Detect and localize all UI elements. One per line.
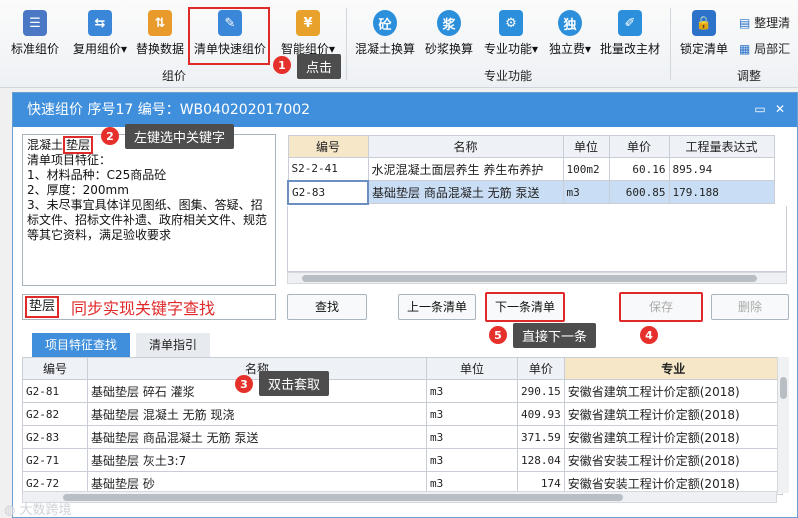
- standard-price-button[interactable]: ☰ 标准组价: [9, 10, 61, 57]
- organize-list-button[interactable]: ▤ 整理清: [739, 14, 790, 31]
- column-header-name[interactable]: 名称: [87, 357, 427, 380]
- column-header-code[interactable]: 编号: [22, 357, 88, 380]
- tooltip-select-keyword: 左键选中关键字: [125, 124, 235, 149]
- partial-summary-button[interactable]: ▦ 局部汇: [739, 40, 790, 57]
- tab-feature-search[interactable]: 项目特征查找: [32, 333, 130, 357]
- column-header-unit[interactable]: 单位: [426, 357, 518, 380]
- table-row[interactable]: S2-2-41 水泥混凝土面层养生 养生布养护 100m2 60.16 895.…: [287, 157, 775, 181]
- smart-price-icon: ¥: [296, 10, 320, 36]
- watermark-logo-icon: ◍: [4, 503, 16, 518]
- column-header-code[interactable]: 编号: [287, 135, 369, 158]
- reuse-icon: ⇆: [88, 10, 112, 36]
- reuse-price-button[interactable]: ⇆ 复用组价▾: [68, 10, 132, 57]
- highlight-quick-price: [188, 7, 270, 65]
- dialog-title: 快速组价 序号17 编号：WB040202017002: [27, 102, 311, 118]
- column-header-price[interactable]: 单价: [517, 357, 565, 380]
- restore-icon[interactable]: ▭: [753, 102, 767, 116]
- group-divider: [670, 8, 671, 80]
- column-header-specialty[interactable]: 专业: [563, 357, 783, 380]
- column-header-name[interactable]: 名称: [367, 135, 564, 158]
- tab-list-guide[interactable]: 清单指引: [136, 333, 210, 357]
- ribbon-toolbar: ☰ 标准组价 ⇆ 复用组价▾ ⇅ 替换数据 ✎ 清单快速组价 ¥ 智能组价▾ 砼…: [0, 0, 798, 88]
- batch-material-icon: ✐: [618, 10, 642, 36]
- matched-items-table: 编号 名称 单位 单价 工程量表达式 S2-2-41 水泥混凝土面层养生 养生布…: [287, 135, 775, 205]
- replace-data-button[interactable]: ⇅ 替换数据: [134, 10, 186, 57]
- concrete-convert-button[interactable]: 砼 混凝土换算: [354, 10, 416, 57]
- horizontal-scrollbar[interactable]: [22, 491, 777, 503]
- quick-price-dialog: 快速组价 序号17 编号：WB040202017002 ▭ ✕ 混凝土 垫层 清单…: [12, 92, 798, 518]
- table-empty-area: [287, 206, 787, 272]
- column-header-unit[interactable]: 单位: [562, 135, 610, 158]
- tooltip-click: 点击: [297, 54, 342, 79]
- save-button[interactable]: 保存: [619, 292, 703, 322]
- partial-summary-icon: ▦: [739, 42, 751, 56]
- step-badge-4: 4: [640, 326, 658, 344]
- delete-button[interactable]: 删除: [711, 294, 789, 320]
- column-header-price[interactable]: 单价: [608, 135, 670, 158]
- group-label-professional: 专业功能: [484, 69, 533, 83]
- column-header-expression[interactable]: 工程量表达式: [668, 135, 775, 158]
- keyword-selection[interactable]: 垫层: [63, 136, 94, 154]
- clause-description[interactable]: 混凝土 垫层 清单项目特征： 1、材料品种：C25商品砼 2、厚度：200mm 3…: [22, 134, 276, 286]
- professional-function-button[interactable]: ⚙ 专业功能▾: [482, 10, 540, 57]
- lock-list-button[interactable]: 🔒 锁定清单: [678, 10, 730, 57]
- group-label-price: 组价: [162, 69, 187, 83]
- table-row[interactable]: G2-81 基础垫层 碎石 灌浆 m3 290.15 安徽省建筑工程计价定额(2…: [22, 379, 783, 403]
- step-badge-5: 5: [489, 326, 507, 344]
- replace-icon: ⇅: [148, 10, 172, 36]
- quota-results-table: 编号 名称 单位 单价 专业 G2-81 基础垫层 碎石 灌浆 m3 290.1…: [22, 357, 783, 495]
- professional-function-icon: ⚙: [499, 10, 523, 36]
- watermark: ◍ 大数跨境: [4, 503, 72, 518]
- search-value: 垫层: [25, 296, 60, 318]
- table-row[interactable]: G2-82 基础垫层 混凝土 无筋 现浇 m3 409.93 安徽省建筑工程计价…: [22, 402, 783, 426]
- prev-list-button[interactable]: 上一条清单: [398, 294, 476, 320]
- lock-icon: 🔒: [692, 10, 716, 36]
- group-divider: [346, 8, 347, 80]
- table-row-selected[interactable]: G2-83 基础垫层 商品混凝土 无筋 泵送 m3 600.85 179.188: [287, 179, 775, 205]
- next-list-button[interactable]: 下一条清单: [485, 292, 565, 322]
- dialog-titlebar: 快速组价 序号17 编号：WB040202017002 ▭ ✕: [13, 93, 797, 127]
- batch-material-button[interactable]: ✐ 批量改主材: [599, 10, 661, 57]
- find-button[interactable]: 查找: [287, 294, 367, 320]
- annotation-sync-search: 同步实现关键字查找: [71, 299, 216, 318]
- organize-list-icon: ▤: [739, 16, 751, 30]
- group-label-adjust: 调整: [737, 69, 762, 83]
- tooltip-double-click: 双击套取: [259, 371, 330, 396]
- close-icon[interactable]: ✕: [773, 102, 787, 116]
- grid-list-icon: ☰: [23, 10, 47, 36]
- chevron-down-icon: ▾: [120, 42, 128, 56]
- mortar-convert-icon: 浆: [437, 10, 461, 36]
- tooltip-next-item: 直接下一条: [513, 323, 597, 348]
- vertical-scrollbar[interactable]: [777, 357, 789, 493]
- chevron-down-icon: ▾: [531, 42, 539, 56]
- table-row[interactable]: G2-83 基础垫层 商品混凝土 无筋 泵送 m3 371.59 安徽省建筑工程…: [22, 425, 783, 449]
- horizontal-scrollbar[interactable]: [287, 272, 787, 284]
- mortar-convert-button[interactable]: 浆 砂浆换算: [424, 10, 474, 57]
- smart-price-button[interactable]: ¥ 智能组价▾: [279, 10, 337, 57]
- independent-fee-icon: 独: [558, 10, 582, 36]
- concrete-convert-icon: 砼: [373, 10, 397, 36]
- independent-fee-button[interactable]: 独 独立费▾: [546, 10, 594, 57]
- step-badge-2: 2: [101, 127, 119, 145]
- chevron-down-icon: ▾: [584, 42, 592, 56]
- step-badge-1: 1: [273, 56, 291, 74]
- step-badge-3: 3: [235, 375, 253, 393]
- table-row[interactable]: G2-71 基础垫层 灰土3:7 m3 128.04 安徽省安装工程计价定额(2…: [22, 448, 783, 472]
